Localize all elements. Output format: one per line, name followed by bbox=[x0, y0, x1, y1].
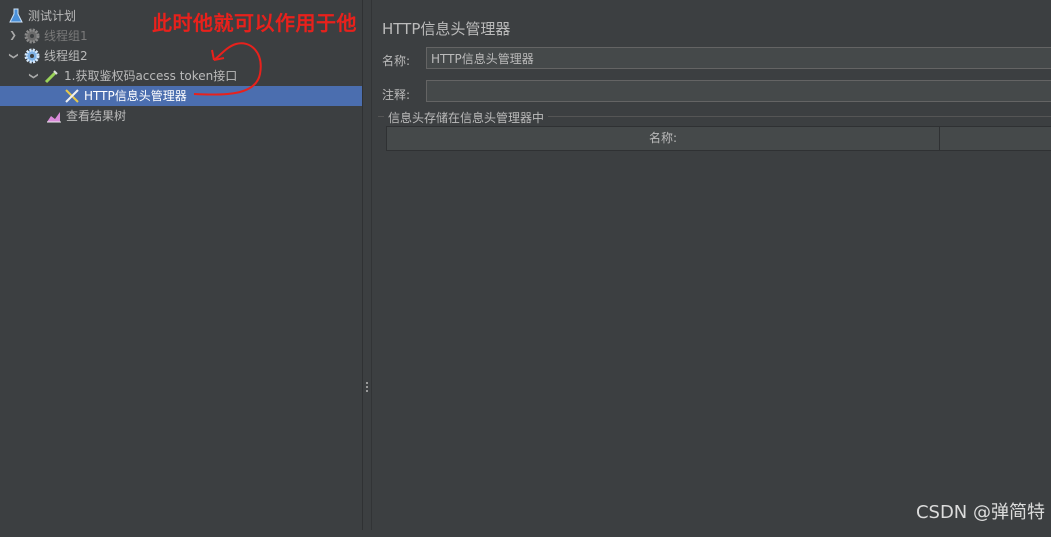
chart-icon bbox=[46, 108, 62, 124]
watermark: CSDN @弹简特 bbox=[915, 502, 1045, 523]
chevron-right-icon[interactable]: ❯ bbox=[8, 31, 18, 41]
headers-table-header: 名称: bbox=[386, 126, 1051, 151]
annotation-arrow-icon bbox=[193, 42, 262, 96]
wrench-icon bbox=[64, 88, 80, 104]
tree-item-label: 查看结果树 bbox=[66, 109, 127, 123]
tree-item-label: 线程组2 bbox=[44, 49, 88, 63]
tree-item-label: 测试计划 bbox=[28, 9, 77, 23]
headers-group-title: 信息头存储在信息头管理器中 bbox=[384, 109, 549, 126]
headers-group-box bbox=[378, 116, 1051, 537]
chevron-down-icon[interactable]: ❯ bbox=[28, 71, 38, 81]
pane-splitter[interactable] bbox=[362, 0, 372, 530]
test-plan-tree: 测试计划 ❯ 线程组1 ❯ 线程组2 ❯ 1.获取鉴权码access token… bbox=[0, 0, 362, 530]
tree-item-http-header-manager[interactable]: HTTP信息头管理器 bbox=[0, 86, 362, 106]
tree-item-thread-group-2[interactable]: ❯ 线程组2 bbox=[8, 46, 88, 66]
comment-input[interactable] bbox=[426, 80, 1051, 102]
comment-label: 注释: bbox=[382, 88, 411, 102]
header-manager-panel: HTTP信息头管理器 名称: 注释: 信息头存储在信息头管理器中 名称: bbox=[372, 0, 1051, 530]
annotation-text: 此时他就可以作用于他 bbox=[152, 11, 357, 35]
gear-icon bbox=[24, 28, 40, 44]
name-input[interactable] bbox=[426, 47, 1051, 69]
tree-item-test-plan[interactable]: 测试计划 bbox=[8, 6, 76, 26]
tree-item-view-results-tree[interactable]: 查看结果树 bbox=[46, 106, 126, 126]
chevron-down-icon[interactable]: ❯ bbox=[8, 51, 18, 61]
tree-item-label: HTTP信息头管理器 bbox=[84, 89, 187, 103]
column-header-value[interactable] bbox=[940, 127, 1051, 150]
flask-icon bbox=[8, 8, 24, 24]
column-header-name[interactable]: 名称: bbox=[387, 127, 940, 150]
gear-icon bbox=[24, 48, 40, 64]
pipette-icon bbox=[44, 68, 60, 84]
tree-item-thread-group-1[interactable]: ❯ 线程组1 bbox=[8, 26, 88, 46]
tree-item-label: 线程组1 bbox=[44, 29, 88, 43]
name-label: 名称: bbox=[382, 54, 411, 68]
splitter-grip-icon[interactable] bbox=[366, 382, 369, 396]
panel-title: HTTP信息头管理器 bbox=[382, 20, 511, 38]
